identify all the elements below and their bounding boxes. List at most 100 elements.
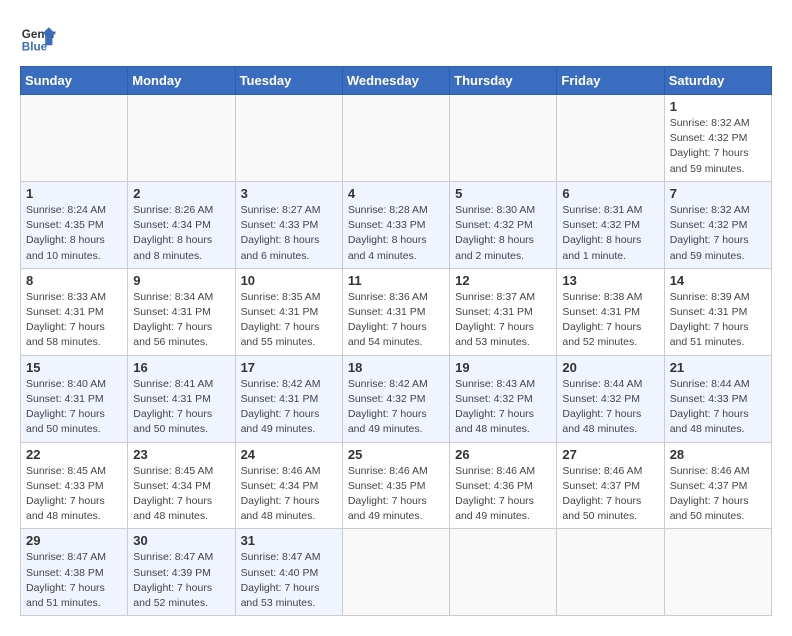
day-number: 26 bbox=[455, 447, 551, 462]
day-number: 28 bbox=[670, 447, 766, 462]
calendar-cell: 22 Sunrise: 8:45 AMSunset: 4:33 PMDayligh… bbox=[21, 442, 128, 529]
calendar-week-row: 1 Sunrise: 8:24 AMSunset: 4:35 PMDaylight… bbox=[21, 181, 772, 268]
day-number: 24 bbox=[241, 447, 337, 462]
svg-text:Blue: Blue bbox=[22, 41, 48, 54]
day-number: 20 bbox=[562, 360, 658, 375]
day-detail: Sunrise: 8:42 AMSunset: 4:32 PMDaylight:… bbox=[348, 377, 444, 438]
calendar-cell: 14Sunrise: 8:39 AMSunset: 4:31 PMDayligh… bbox=[664, 268, 771, 355]
calendar-cell: 15Sunrise: 8:40 AMSunset: 4:31 PMDayligh… bbox=[21, 355, 128, 442]
logo: General Blue bbox=[20, 20, 56, 56]
day-detail: Sunrise: 8:39 AMSunset: 4:31 PMDaylight:… bbox=[670, 290, 766, 351]
calendar-week-row: 1 Sunrise: 8:32 AMSunset: 4:32 PMDaylight… bbox=[21, 95, 772, 182]
calendar-cell: 4Sunrise: 8:28 AMSunset: 4:33 PMDaylight… bbox=[342, 181, 449, 268]
day-detail: Sunrise: 8:32 AMSunset: 4:32 PMDaylight:… bbox=[670, 203, 766, 264]
day-number: 15 bbox=[26, 360, 122, 375]
day-detail: Sunrise: 8:38 AMSunset: 4:31 PMDaylight:… bbox=[562, 290, 658, 351]
calendar-cell: 18 Sunrise: 8:42 AMSunset: 4:32 PMDayligh… bbox=[342, 355, 449, 442]
day-number: 13 bbox=[562, 273, 658, 288]
day-detail: Sunrise: 8:46 AMSunset: 4:36 PMDaylight:… bbox=[455, 464, 551, 525]
calendar-cell: 21 Sunrise: 8:44 AMSunset: 4:33 PMDayligh… bbox=[664, 355, 771, 442]
day-detail: Sunrise: 8:24 AMSunset: 4:35 PMDaylight:… bbox=[26, 203, 122, 264]
day-detail: Sunrise: 8:44 AMSunset: 4:32 PMDaylight:… bbox=[562, 377, 658, 438]
calendar-cell: 28 Sunrise: 8:46 AMSunset: 4:37 PMDayligh… bbox=[664, 442, 771, 529]
day-detail: Sunrise: 8:36 AMSunset: 4:31 PMDaylight:… bbox=[348, 290, 444, 351]
calendar-cell: 1 Sunrise: 8:32 AMSunset: 4:32 PMDaylight… bbox=[664, 95, 771, 182]
day-detail: Sunrise: 8:41 AMSunset: 4:31 PMDaylight:… bbox=[133, 377, 229, 438]
day-number: 19 bbox=[455, 360, 551, 375]
calendar-cell bbox=[557, 529, 664, 616]
day-number: 25 bbox=[348, 447, 444, 462]
day-number: 16 bbox=[133, 360, 229, 375]
day-detail: Sunrise: 8:34 AMSunset: 4:31 PMDaylight:… bbox=[133, 290, 229, 351]
calendar-cell: 1 Sunrise: 8:24 AMSunset: 4:35 PMDaylight… bbox=[21, 181, 128, 268]
day-detail: Sunrise: 8:32 AMSunset: 4:32 PMDaylight:… bbox=[670, 116, 766, 177]
calendar-cell: 20 Sunrise: 8:44 AMSunset: 4:32 PMDayligh… bbox=[557, 355, 664, 442]
day-detail: Sunrise: 8:47 AMSunset: 4:39 PMDaylight:… bbox=[133, 550, 229, 611]
day-detail: Sunrise: 8:45 AMSunset: 4:33 PMDaylight:… bbox=[26, 464, 122, 525]
calendar-week-row: 15Sunrise: 8:40 AMSunset: 4:31 PMDayligh… bbox=[21, 355, 772, 442]
day-detail: Sunrise: 8:45 AMSunset: 4:34 PMDaylight:… bbox=[133, 464, 229, 525]
weekday-header-thursday: Thursday bbox=[450, 67, 557, 95]
day-number: 12 bbox=[455, 273, 551, 288]
weekday-header-friday: Friday bbox=[557, 67, 664, 95]
day-number: 2 bbox=[133, 186, 229, 201]
day-number: 8 bbox=[26, 273, 122, 288]
day-detail: Sunrise: 8:27 AMSunset: 4:33 PMDaylight:… bbox=[241, 203, 337, 264]
calendar-cell: 12 Sunrise: 8:37 AMSunset: 4:31 PMDayligh… bbox=[450, 268, 557, 355]
calendar-cell: 17Sunrise: 8:42 AMSunset: 4:31 PMDayligh… bbox=[235, 355, 342, 442]
day-number: 1 bbox=[670, 99, 766, 114]
calendar-cell: 13 Sunrise: 8:38 AMSunset: 4:31 PMDayligh… bbox=[557, 268, 664, 355]
day-number: 18 bbox=[348, 360, 444, 375]
calendar-cell: 29 Sunrise: 8:47 AMSunset: 4:38 PMDayligh… bbox=[21, 529, 128, 616]
day-number: 22 bbox=[26, 447, 122, 462]
weekday-header-saturday: Saturday bbox=[664, 67, 771, 95]
day-number: 3 bbox=[241, 186, 337, 201]
day-number: 7 bbox=[670, 186, 766, 201]
calendar-cell: 2 Sunrise: 8:26 AMSunset: 4:34 PMDaylight… bbox=[128, 181, 235, 268]
day-detail: Sunrise: 8:37 AMSunset: 4:31 PMDaylight:… bbox=[455, 290, 551, 351]
day-number: 27 bbox=[562, 447, 658, 462]
day-number: 30 bbox=[133, 533, 229, 548]
calendar-cell bbox=[342, 529, 449, 616]
day-detail: Sunrise: 8:46 AMSunset: 4:34 PMDaylight:… bbox=[241, 464, 337, 525]
day-detail: Sunrise: 8:31 AMSunset: 4:32 PMDaylight:… bbox=[562, 203, 658, 264]
calendar-week-row: 22 Sunrise: 8:45 AMSunset: 4:33 PMDayligh… bbox=[21, 442, 772, 529]
header: General Blue bbox=[20, 20, 772, 56]
calendar-cell: 23Sunrise: 8:45 AMSunset: 4:34 PMDayligh… bbox=[128, 442, 235, 529]
calendar-cell bbox=[557, 95, 664, 182]
day-detail: Sunrise: 8:42 AMSunset: 4:31 PMDaylight:… bbox=[241, 377, 337, 438]
calendar-cell: 10Sunrise: 8:35 AMSunset: 4:31 PMDayligh… bbox=[235, 268, 342, 355]
calendar-header-row: SundayMondayTuesdayWednesdayThursdayFrid… bbox=[21, 67, 772, 95]
calendar-cell: 25 Sunrise: 8:46 AMSunset: 4:35 PMDayligh… bbox=[342, 442, 449, 529]
day-number: 5 bbox=[455, 186, 551, 201]
day-detail: Sunrise: 8:46 AMSunset: 4:37 PMDaylight:… bbox=[670, 464, 766, 525]
calendar-cell: 16 Sunrise: 8:41 AMSunset: 4:31 PMDayligh… bbox=[128, 355, 235, 442]
calendar-cell bbox=[342, 95, 449, 182]
calendar-cell: 31 Sunrise: 8:47 AMSunset: 4:40 PMDayligh… bbox=[235, 529, 342, 616]
day-number: 1 bbox=[26, 186, 122, 201]
day-detail: Sunrise: 8:33 AMSunset: 4:31 PMDaylight:… bbox=[26, 290, 122, 351]
day-number: 4 bbox=[348, 186, 444, 201]
day-number: 29 bbox=[26, 533, 122, 548]
calendar-cell: 24 Sunrise: 8:46 AMSunset: 4:34 PMDayligh… bbox=[235, 442, 342, 529]
calendar-cell bbox=[235, 95, 342, 182]
calendar-week-row: 29 Sunrise: 8:47 AMSunset: 4:38 PMDayligh… bbox=[21, 529, 772, 616]
day-detail: Sunrise: 8:47 AMSunset: 4:38 PMDaylight:… bbox=[26, 550, 122, 611]
calendar-cell: 3 Sunrise: 8:27 AMSunset: 4:33 PMDaylight… bbox=[235, 181, 342, 268]
day-detail: Sunrise: 8:43 AMSunset: 4:32 PMDaylight:… bbox=[455, 377, 551, 438]
calendar-week-row: 8 Sunrise: 8:33 AMSunset: 4:31 PMDaylight… bbox=[21, 268, 772, 355]
day-detail: Sunrise: 8:46 AMSunset: 4:35 PMDaylight:… bbox=[348, 464, 444, 525]
calendar-cell: 7 Sunrise: 8:32 AMSunset: 4:32 PMDaylight… bbox=[664, 181, 771, 268]
calendar-cell bbox=[450, 95, 557, 182]
calendar-cell: 27 Sunrise: 8:46 AMSunset: 4:37 PMDayligh… bbox=[557, 442, 664, 529]
calendar-cell: 26 Sunrise: 8:46 AMSunset: 4:36 PMDayligh… bbox=[450, 442, 557, 529]
day-number: 6 bbox=[562, 186, 658, 201]
day-detail: Sunrise: 8:26 AMSunset: 4:34 PMDaylight:… bbox=[133, 203, 229, 264]
day-detail: Sunrise: 8:44 AMSunset: 4:33 PMDaylight:… bbox=[670, 377, 766, 438]
day-number: 31 bbox=[241, 533, 337, 548]
day-detail: Sunrise: 8:47 AMSunset: 4:40 PMDaylight:… bbox=[241, 550, 337, 611]
day-number: 21 bbox=[670, 360, 766, 375]
weekday-header-monday: Monday bbox=[128, 67, 235, 95]
day-detail: Sunrise: 8:46 AMSunset: 4:37 PMDaylight:… bbox=[562, 464, 658, 525]
calendar-cell: 19 Sunrise: 8:43 AMSunset: 4:32 PMDayligh… bbox=[450, 355, 557, 442]
